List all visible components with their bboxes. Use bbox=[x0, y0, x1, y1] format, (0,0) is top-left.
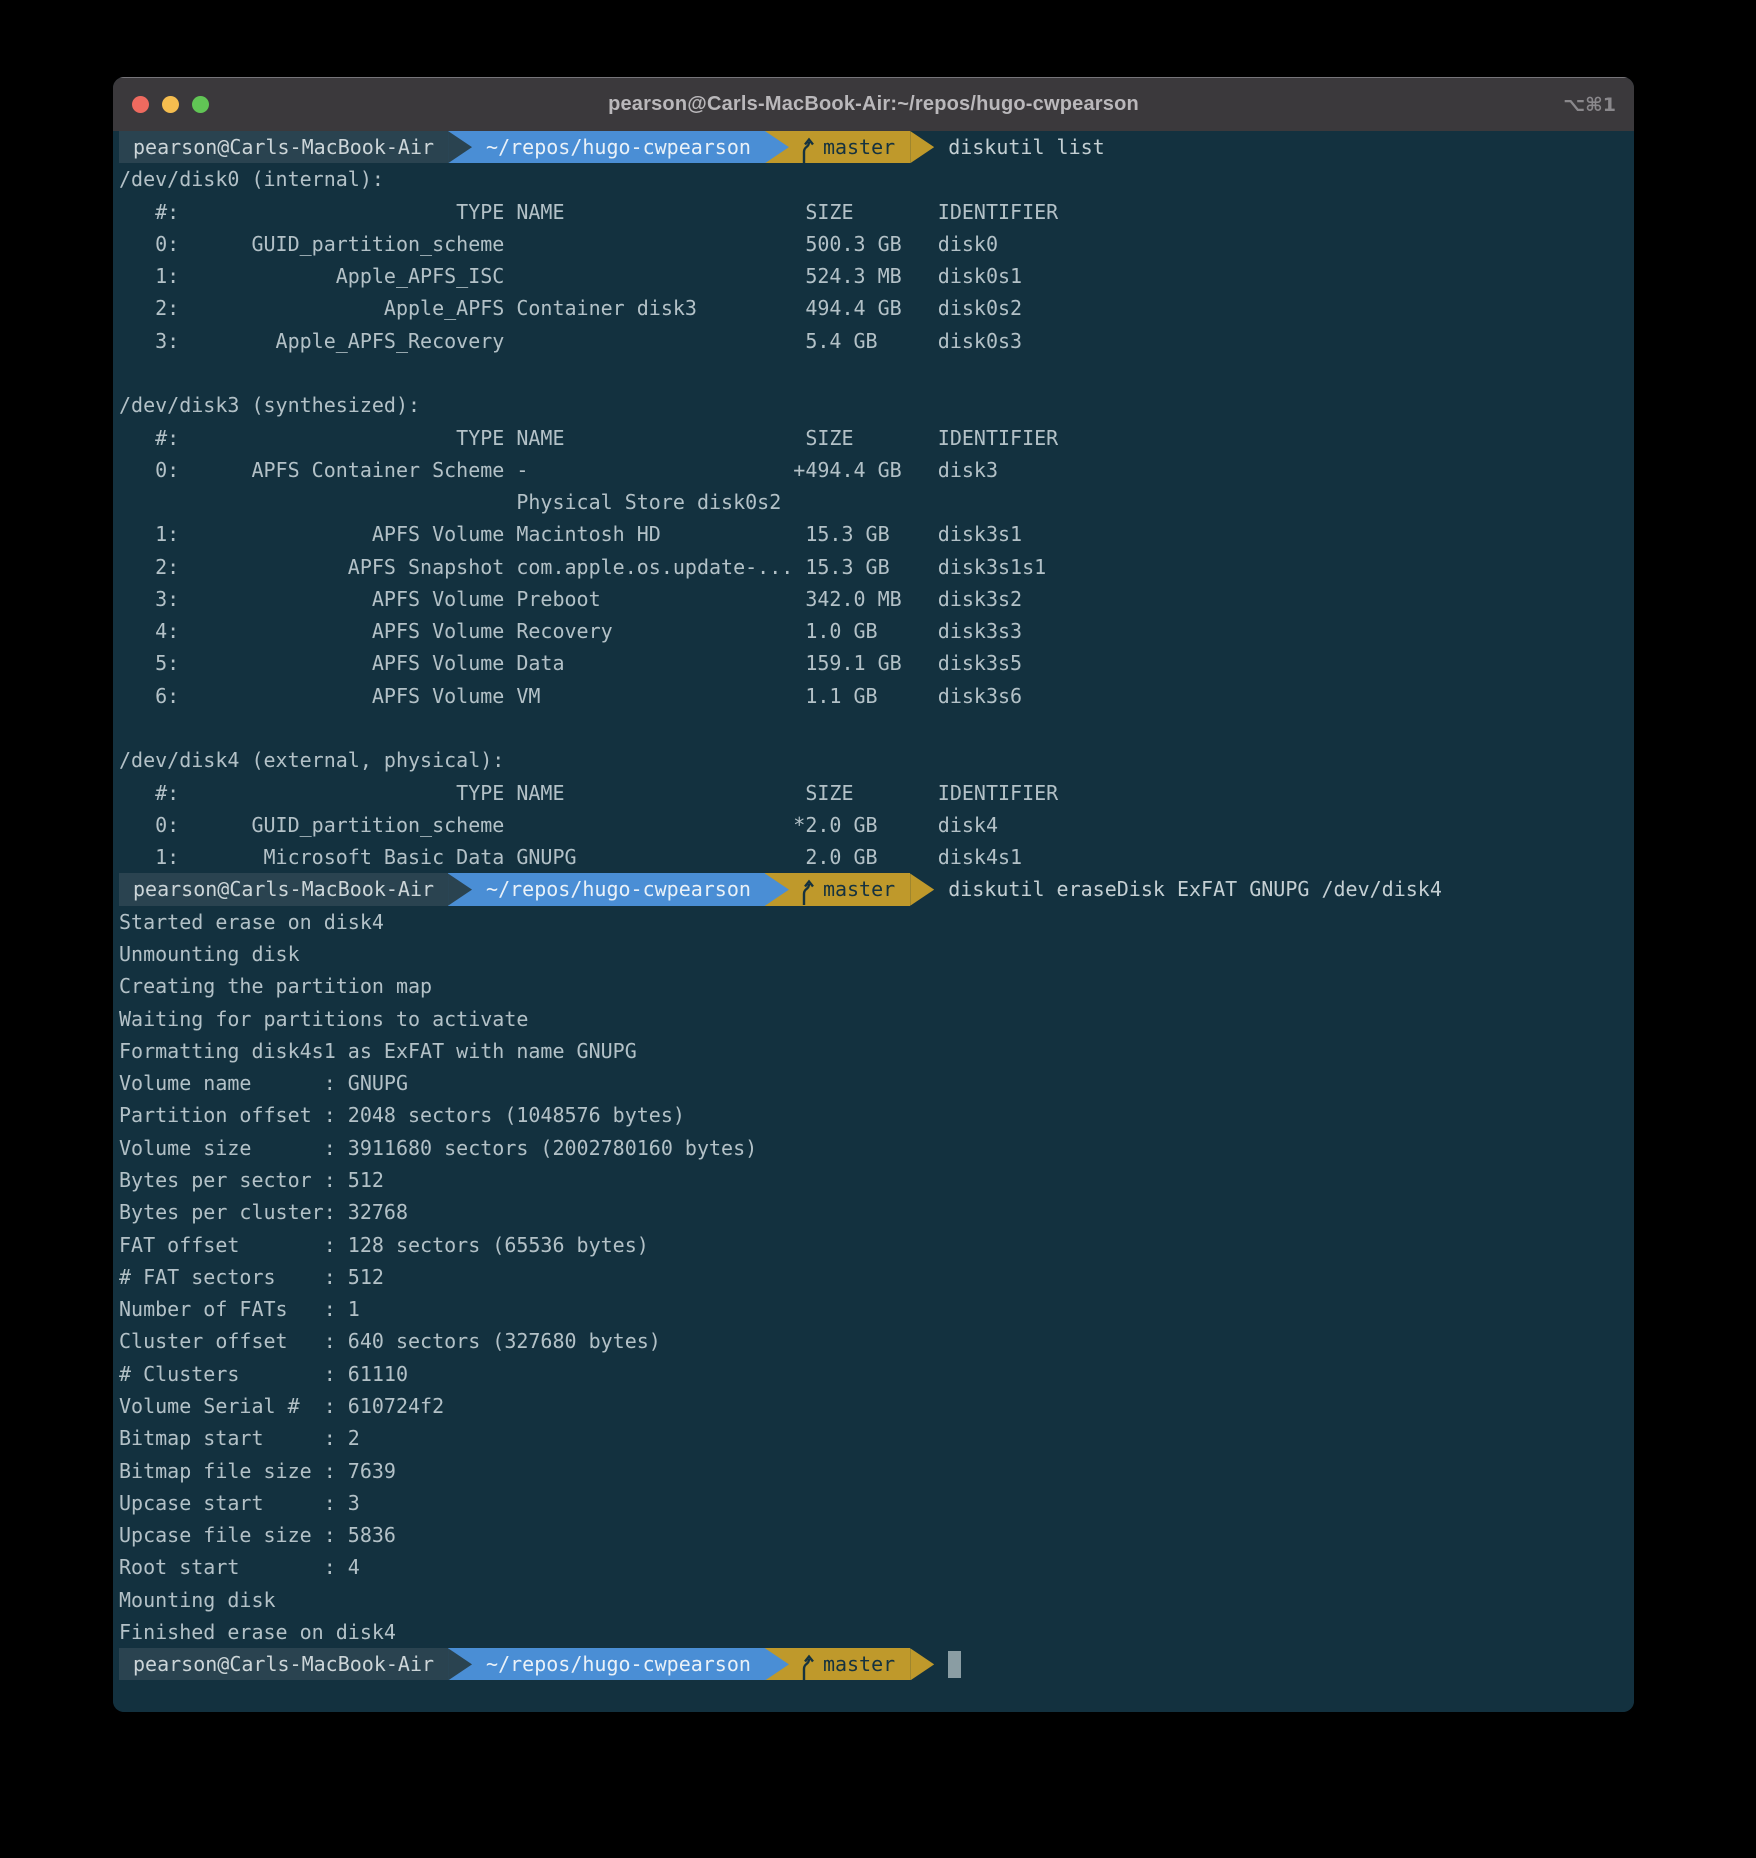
prompt-directory: ~/repos/hugo-cwpearson bbox=[472, 131, 765, 163]
prompt-line-2: pearson@Carls-MacBook-Air ~/repos/hugo-c… bbox=[119, 873, 1628, 905]
prompt-directory: ~/repos/hugo-cwpearson bbox=[472, 1648, 765, 1680]
powerline-arrow-icon bbox=[765, 131, 789, 163]
close-button[interactable] bbox=[132, 96, 149, 113]
prompt-line-current: pearson@Carls-MacBook-Air ~/repos/hugo-c… bbox=[119, 1648, 1628, 1680]
prompt-git-segment: master bbox=[789, 873, 910, 905]
git-branch-name: master bbox=[823, 131, 895, 163]
prompt-directory: ~/repos/hugo-cwpearson bbox=[472, 873, 765, 905]
prompt-git-segment: master bbox=[789, 131, 910, 163]
git-branch-icon bbox=[799, 137, 814, 164]
prompt-user-host: pearson@Carls-MacBook-Air bbox=[119, 1648, 448, 1680]
powerline-arrow-icon bbox=[910, 1648, 934, 1680]
prompt-line-1: pearson@Carls-MacBook-Air ~/repos/hugo-c… bbox=[119, 131, 1628, 163]
window-titlebar[interactable]: pearson@Carls-MacBook-Air:~/repos/hugo-c… bbox=[113, 77, 1634, 131]
maximize-button[interactable] bbox=[192, 96, 209, 113]
command-text: diskutil eraseDisk ExFAT GNUPG /dev/disk… bbox=[948, 873, 1442, 905]
minimize-button[interactable] bbox=[162, 96, 179, 113]
git-branch-icon bbox=[799, 1654, 814, 1681]
powerline-arrow-icon bbox=[448, 873, 472, 905]
terminal-cursor bbox=[948, 1651, 961, 1678]
prompt-user-host: pearson@Carls-MacBook-Air bbox=[119, 131, 448, 163]
diskutil-list-output: /dev/disk0 (internal): #: TYPE NAME SIZE… bbox=[119, 163, 1628, 873]
terminal-window: pearson@Carls-MacBook-Air:~/repos/hugo-c… bbox=[113, 77, 1634, 1712]
git-branch-name: master bbox=[823, 873, 895, 905]
prompt-user-host: pearson@Carls-MacBook-Air bbox=[119, 873, 448, 905]
git-branch-name: master bbox=[823, 1648, 895, 1680]
window-controls bbox=[132, 78, 209, 131]
terminal-content[interactable]: pearson@Carls-MacBook-Air ~/repos/hugo-c… bbox=[113, 131, 1634, 1712]
powerline-arrow-icon bbox=[765, 873, 789, 905]
powerline-arrow-icon bbox=[448, 1648, 472, 1680]
powerline-arrow-icon bbox=[910, 873, 934, 905]
tab-shortcut-badge: ⌥⌘1 bbox=[1563, 78, 1616, 131]
git-branch-icon bbox=[799, 879, 814, 906]
powerline-arrow-icon bbox=[910, 131, 934, 163]
powerline-arrow-icon bbox=[765, 1648, 789, 1680]
powerline-arrow-icon bbox=[448, 131, 472, 163]
erase-disk-output: Started erase on disk4 Unmounting disk C… bbox=[119, 906, 1628, 1648]
window-title: pearson@Carls-MacBook-Air:~/repos/hugo-c… bbox=[113, 93, 1634, 116]
prompt-git-segment: master bbox=[789, 1648, 910, 1680]
command-text: diskutil list bbox=[948, 131, 1105, 163]
